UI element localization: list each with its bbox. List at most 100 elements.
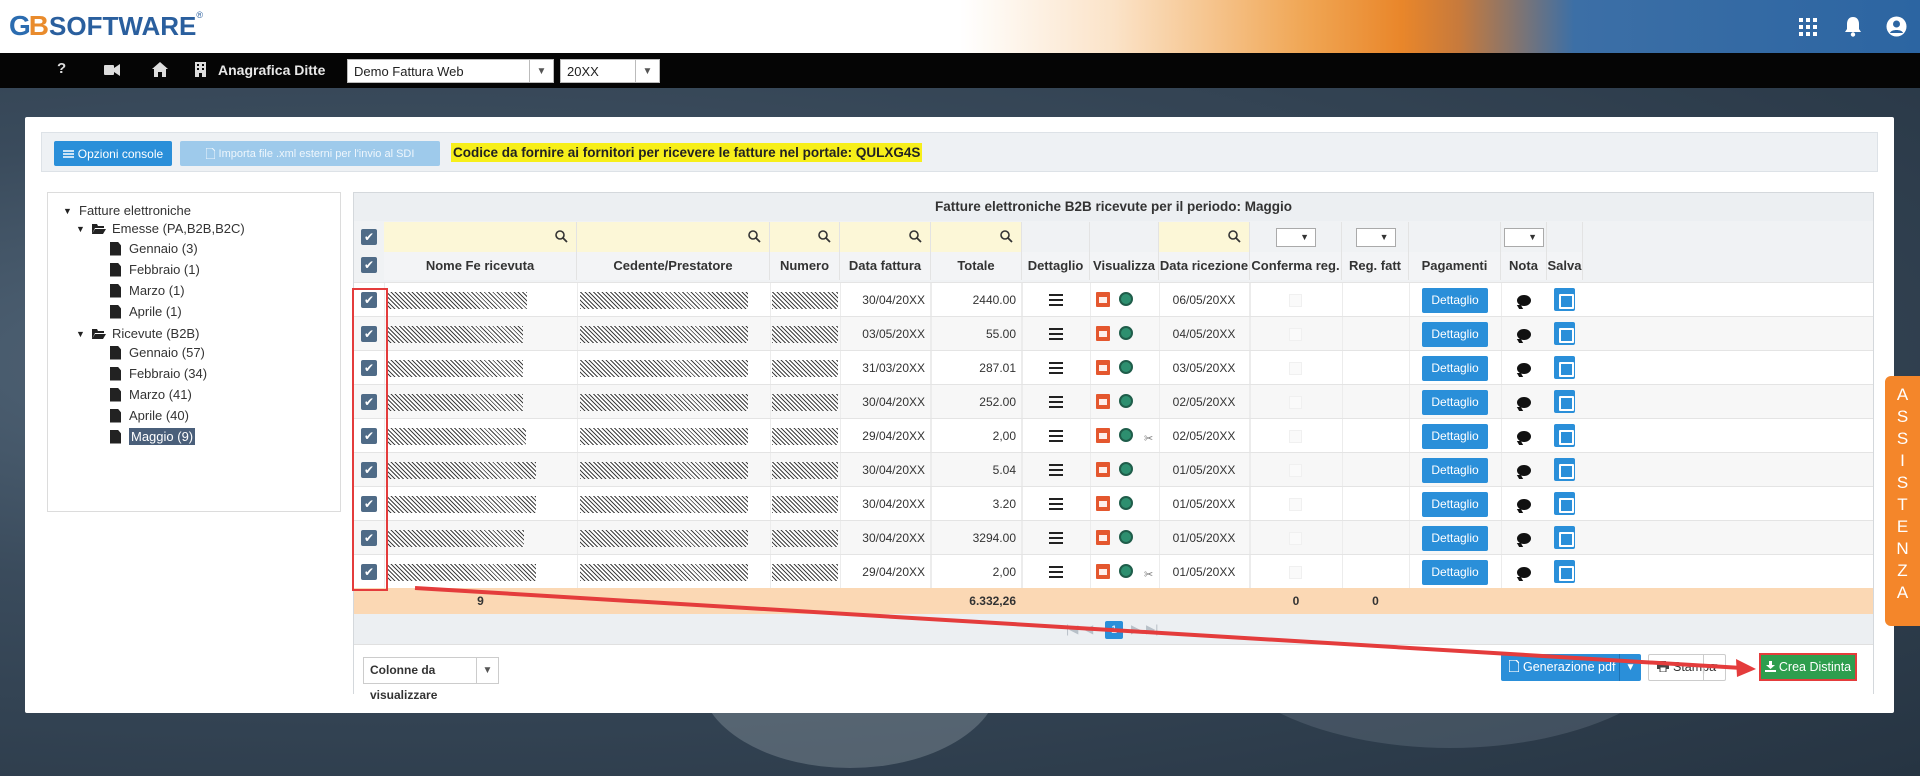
pdf-icon[interactable] <box>1096 326 1110 341</box>
columns-select[interactable]: Colonne da visualizzare ▼ <box>363 657 499 702</box>
first-page-icon[interactable]: |◀ <box>1066 622 1078 636</box>
home-icon[interactable] <box>152 62 168 77</box>
year-select[interactable]: 20XX ▼ <box>560 59 660 83</box>
caret-down-icon[interactable]: ▼ <box>1619 654 1641 681</box>
generate-pdf-button[interactable]: Generazione pdf ▼ <box>1501 654 1641 681</box>
assistenza-tab[interactable]: ASSISTENZA <box>1885 376 1920 626</box>
console-options-button[interactable]: Opzioni console <box>54 141 172 166</box>
help-icon[interactable]: ? <box>57 60 66 77</box>
save-icon[interactable] <box>1554 526 1575 549</box>
apps-grid-icon[interactable] <box>1799 18 1817 36</box>
tree-leaf-emesse-febbraio[interactable]: Febbraio (1) <box>110 262 200 277</box>
note-icon[interactable] <box>1517 499 1531 510</box>
payments-detail-button[interactable]: Dettaglio <box>1422 322 1488 347</box>
search-icon[interactable] <box>818 230 831 243</box>
filter-dropdown[interactable]: ▼ <box>1355 228 1396 247</box>
payments-detail-button[interactable]: Dettaglio <box>1422 424 1488 449</box>
note-icon[interactable] <box>1517 329 1531 340</box>
view-xml-icon[interactable] <box>1119 326 1133 340</box>
import-xml-button[interactable]: Importa file .xml esterni per l'invio al… <box>180 141 440 166</box>
search-icon[interactable] <box>555 230 568 243</box>
table-row[interactable]: ✔ 03/05/20XX 55.00 04/05/20XX Dettaglio <box>354 316 1873 351</box>
filter-dropdown[interactable]: ▼ <box>1504 228 1544 247</box>
tree-leaf-ricevute-aprile[interactable]: Aprile (40) <box>110 408 189 423</box>
tree-node-ricevute[interactable]: ▼ Ricevute (B2B) <box>76 326 199 341</box>
table-row[interactable]: ✔ 30/04/20XX 252.00 02/05/20XX Dettaglio <box>354 384 1873 419</box>
bell-icon[interactable] <box>1844 16 1862 37</box>
menu-icon[interactable] <box>1049 294 1063 306</box>
pdf-icon[interactable] <box>1096 564 1110 579</box>
payments-detail-button[interactable]: Dettaglio <box>1422 458 1488 483</box>
search-icon[interactable] <box>748 230 761 243</box>
save-icon[interactable] <box>1554 458 1575 481</box>
payments-detail-button[interactable]: Dettaglio <box>1422 526 1488 551</box>
save-icon[interactable] <box>1554 356 1575 379</box>
current-page[interactable]: 1 <box>1105 621 1123 639</box>
menu-icon[interactable] <box>1049 328 1063 340</box>
tree-leaf-ricevute-febbraio[interactable]: Febbraio (34) <box>110 366 207 381</box>
menu-icon[interactable] <box>1049 532 1063 544</box>
payments-detail-button[interactable]: Dettaglio <box>1422 390 1488 415</box>
search-icon[interactable] <box>1228 230 1241 243</box>
note-icon[interactable] <box>1517 397 1531 408</box>
note-icon[interactable] <box>1517 295 1531 306</box>
tree-leaf-ricevute-gennaio[interactable]: Gennaio (57) <box>110 345 205 360</box>
next-page-icon[interactable]: ▶ <box>1131 622 1140 636</box>
payments-detail-button[interactable]: Dettaglio <box>1422 356 1488 381</box>
view-xml-icon[interactable] <box>1119 292 1133 306</box>
menu-icon[interactable] <box>1049 396 1063 408</box>
view-xml-icon[interactable] <box>1119 360 1133 374</box>
pdf-icon[interactable] <box>1096 394 1110 409</box>
table-row[interactable]: ✔ 29/04/20XX 2,00 ✂ 02/05/20XX Dettaglio <box>354 418 1873 453</box>
caret-down-icon[interactable]: ▼ <box>1703 655 1725 680</box>
payments-detail-button[interactable]: Dettaglio <box>1422 288 1488 313</box>
payments-detail-button[interactable]: Dettaglio <box>1422 492 1488 517</box>
table-row[interactable]: ✔ 30/04/20XX 2440.00 06/05/20XX Dettaglio <box>354 282 1873 317</box>
tree-leaf-ricevute-marzo[interactable]: Marzo (41) <box>110 387 192 402</box>
note-icon[interactable] <box>1517 431 1531 442</box>
save-icon[interactable] <box>1554 288 1575 311</box>
pdf-icon[interactable] <box>1096 462 1110 477</box>
tree-leaf-emesse-aprile[interactable]: Aprile (1) <box>110 304 182 319</box>
tree-node-emesse[interactable]: ▼ Emesse (PA,B2B,B2C) <box>76 221 245 236</box>
pdf-icon[interactable] <box>1096 428 1110 443</box>
save-icon[interactable] <box>1554 390 1575 413</box>
menu-icon[interactable] <box>1049 566 1063 578</box>
table-row[interactable]: ✔ 30/04/20XX 5.04 01/05/20XX Dettaglio <box>354 452 1873 487</box>
save-icon[interactable] <box>1554 492 1575 515</box>
tree-node-root[interactable]: ▼ Fatture elettroniche <box>63 203 191 218</box>
menu-icon[interactable] <box>1049 464 1063 476</box>
pdf-icon[interactable] <box>1096 496 1110 511</box>
table-row[interactable]: ✔ 30/04/20XX 3294.00 01/05/20XX Dettaglio <box>354 520 1873 555</box>
print-button[interactable]: Stampa ▼ <box>1648 654 1726 681</box>
pdf-icon[interactable] <box>1096 360 1110 375</box>
nav-title[interactable]: Anagrafica Ditte <box>218 62 325 78</box>
note-icon[interactable] <box>1517 465 1531 476</box>
table-row[interactable]: ✔ 30/04/20XX 3.20 01/05/20XX Dettaglio <box>354 486 1873 521</box>
menu-icon[interactable] <box>1049 362 1063 374</box>
note-icon[interactable] <box>1517 363 1531 374</box>
menu-icon[interactable] <box>1049 498 1063 510</box>
company-select[interactable]: Demo Fattura Web ▼ <box>347 59 554 83</box>
attachment-icon[interactable]: ✂ <box>1144 432 1153 445</box>
tree-leaf-ricevute-maggio[interactable]: Maggio (9) <box>110 428 196 445</box>
save-icon[interactable] <box>1554 424 1575 447</box>
last-page-icon[interactable]: ▶| <box>1146 622 1158 636</box>
save-icon[interactable] <box>1554 322 1575 345</box>
payments-detail-button[interactable]: Dettaglio <box>1422 560 1488 585</box>
pdf-icon[interactable] <box>1096 292 1110 307</box>
select-all-checkbox[interactable]: ✔ <box>361 257 377 273</box>
save-icon[interactable] <box>1554 560 1575 583</box>
note-icon[interactable] <box>1517 533 1531 544</box>
view-xml-icon[interactable] <box>1119 394 1133 408</box>
select-all-filter-checkbox[interactable]: ✔ <box>361 229 377 245</box>
menu-icon[interactable] <box>1049 430 1063 442</box>
view-xml-icon[interactable] <box>1119 564 1133 578</box>
tree-leaf-emesse-gennaio[interactable]: Gennaio (3) <box>110 241 198 256</box>
create-distinta-button[interactable]: Crea Distinta <box>1759 653 1857 681</box>
prev-page-icon[interactable]: ◀ <box>1084 622 1093 636</box>
view-xml-icon[interactable] <box>1119 530 1133 544</box>
table-row[interactable]: ✔ 31/03/20XX 287.01 03/05/20XX Dettaglio <box>354 350 1873 385</box>
attachment-icon[interactable]: ✂ <box>1144 568 1153 581</box>
note-icon[interactable] <box>1517 567 1531 578</box>
